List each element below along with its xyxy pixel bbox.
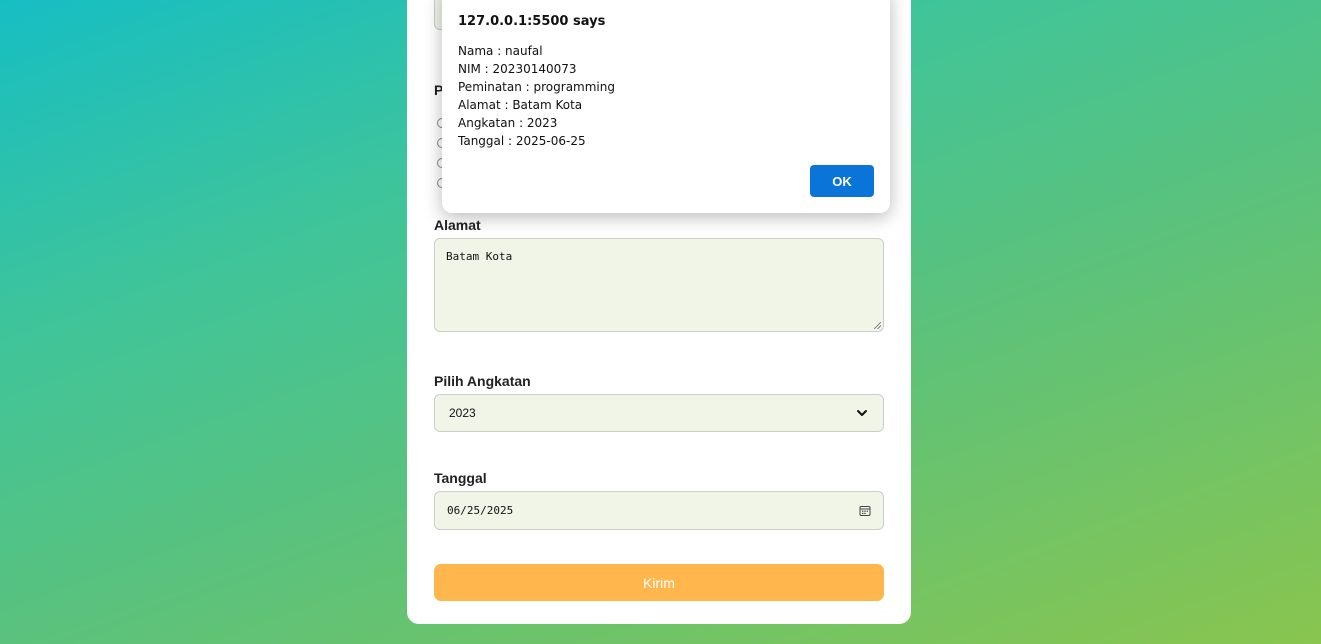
dialog-line-angkatan: Angkatan : 2023 (458, 116, 558, 130)
ok-button[interactable]: OK (810, 165, 874, 197)
kirim-button[interactable]: Kirim (434, 564, 884, 601)
tanggal-date-input[interactable]: 06/25/2025 (434, 491, 884, 530)
dialog-line-tanggal: Tanggal : 2025-06-25 (458, 134, 586, 148)
dialog-line-alamat: Alamat : Batam Kota (458, 98, 583, 112)
alamat-textarea[interactable]: Batam Kota (434, 238, 884, 332)
chevron-down-icon (857, 410, 867, 416)
dialog-line-peminatan: Peminatan : programming (458, 80, 615, 94)
dialog-message: Nama : naufal NIM : 20230140073 Peminata… (458, 42, 615, 150)
calendar-icon[interactable] (859, 505, 871, 517)
tanggal-label: Tanggal (434, 470, 487, 486)
alamat-label: Alamat (434, 217, 481, 233)
angkatan-select[interactable]: 2023 (434, 394, 884, 432)
alamat-value: Batam Kota (446, 250, 513, 263)
alert-dialog: 127.0.0.1:5500 says Nama : naufal NIM : … (442, 0, 890, 213)
angkatan-label: Pilih Angkatan (434, 373, 531, 389)
dialog-title: 127.0.0.1:5500 says (458, 14, 606, 29)
dialog-line-nama: Nama : naufal (458, 44, 543, 58)
dialog-line-nim: NIM : 20230140073 (458, 62, 577, 76)
resize-grip-icon[interactable] (874, 322, 881, 329)
angkatan-selected-value: 2023 (449, 406, 476, 420)
tanggal-value: 06/25/2025 (447, 504, 514, 517)
